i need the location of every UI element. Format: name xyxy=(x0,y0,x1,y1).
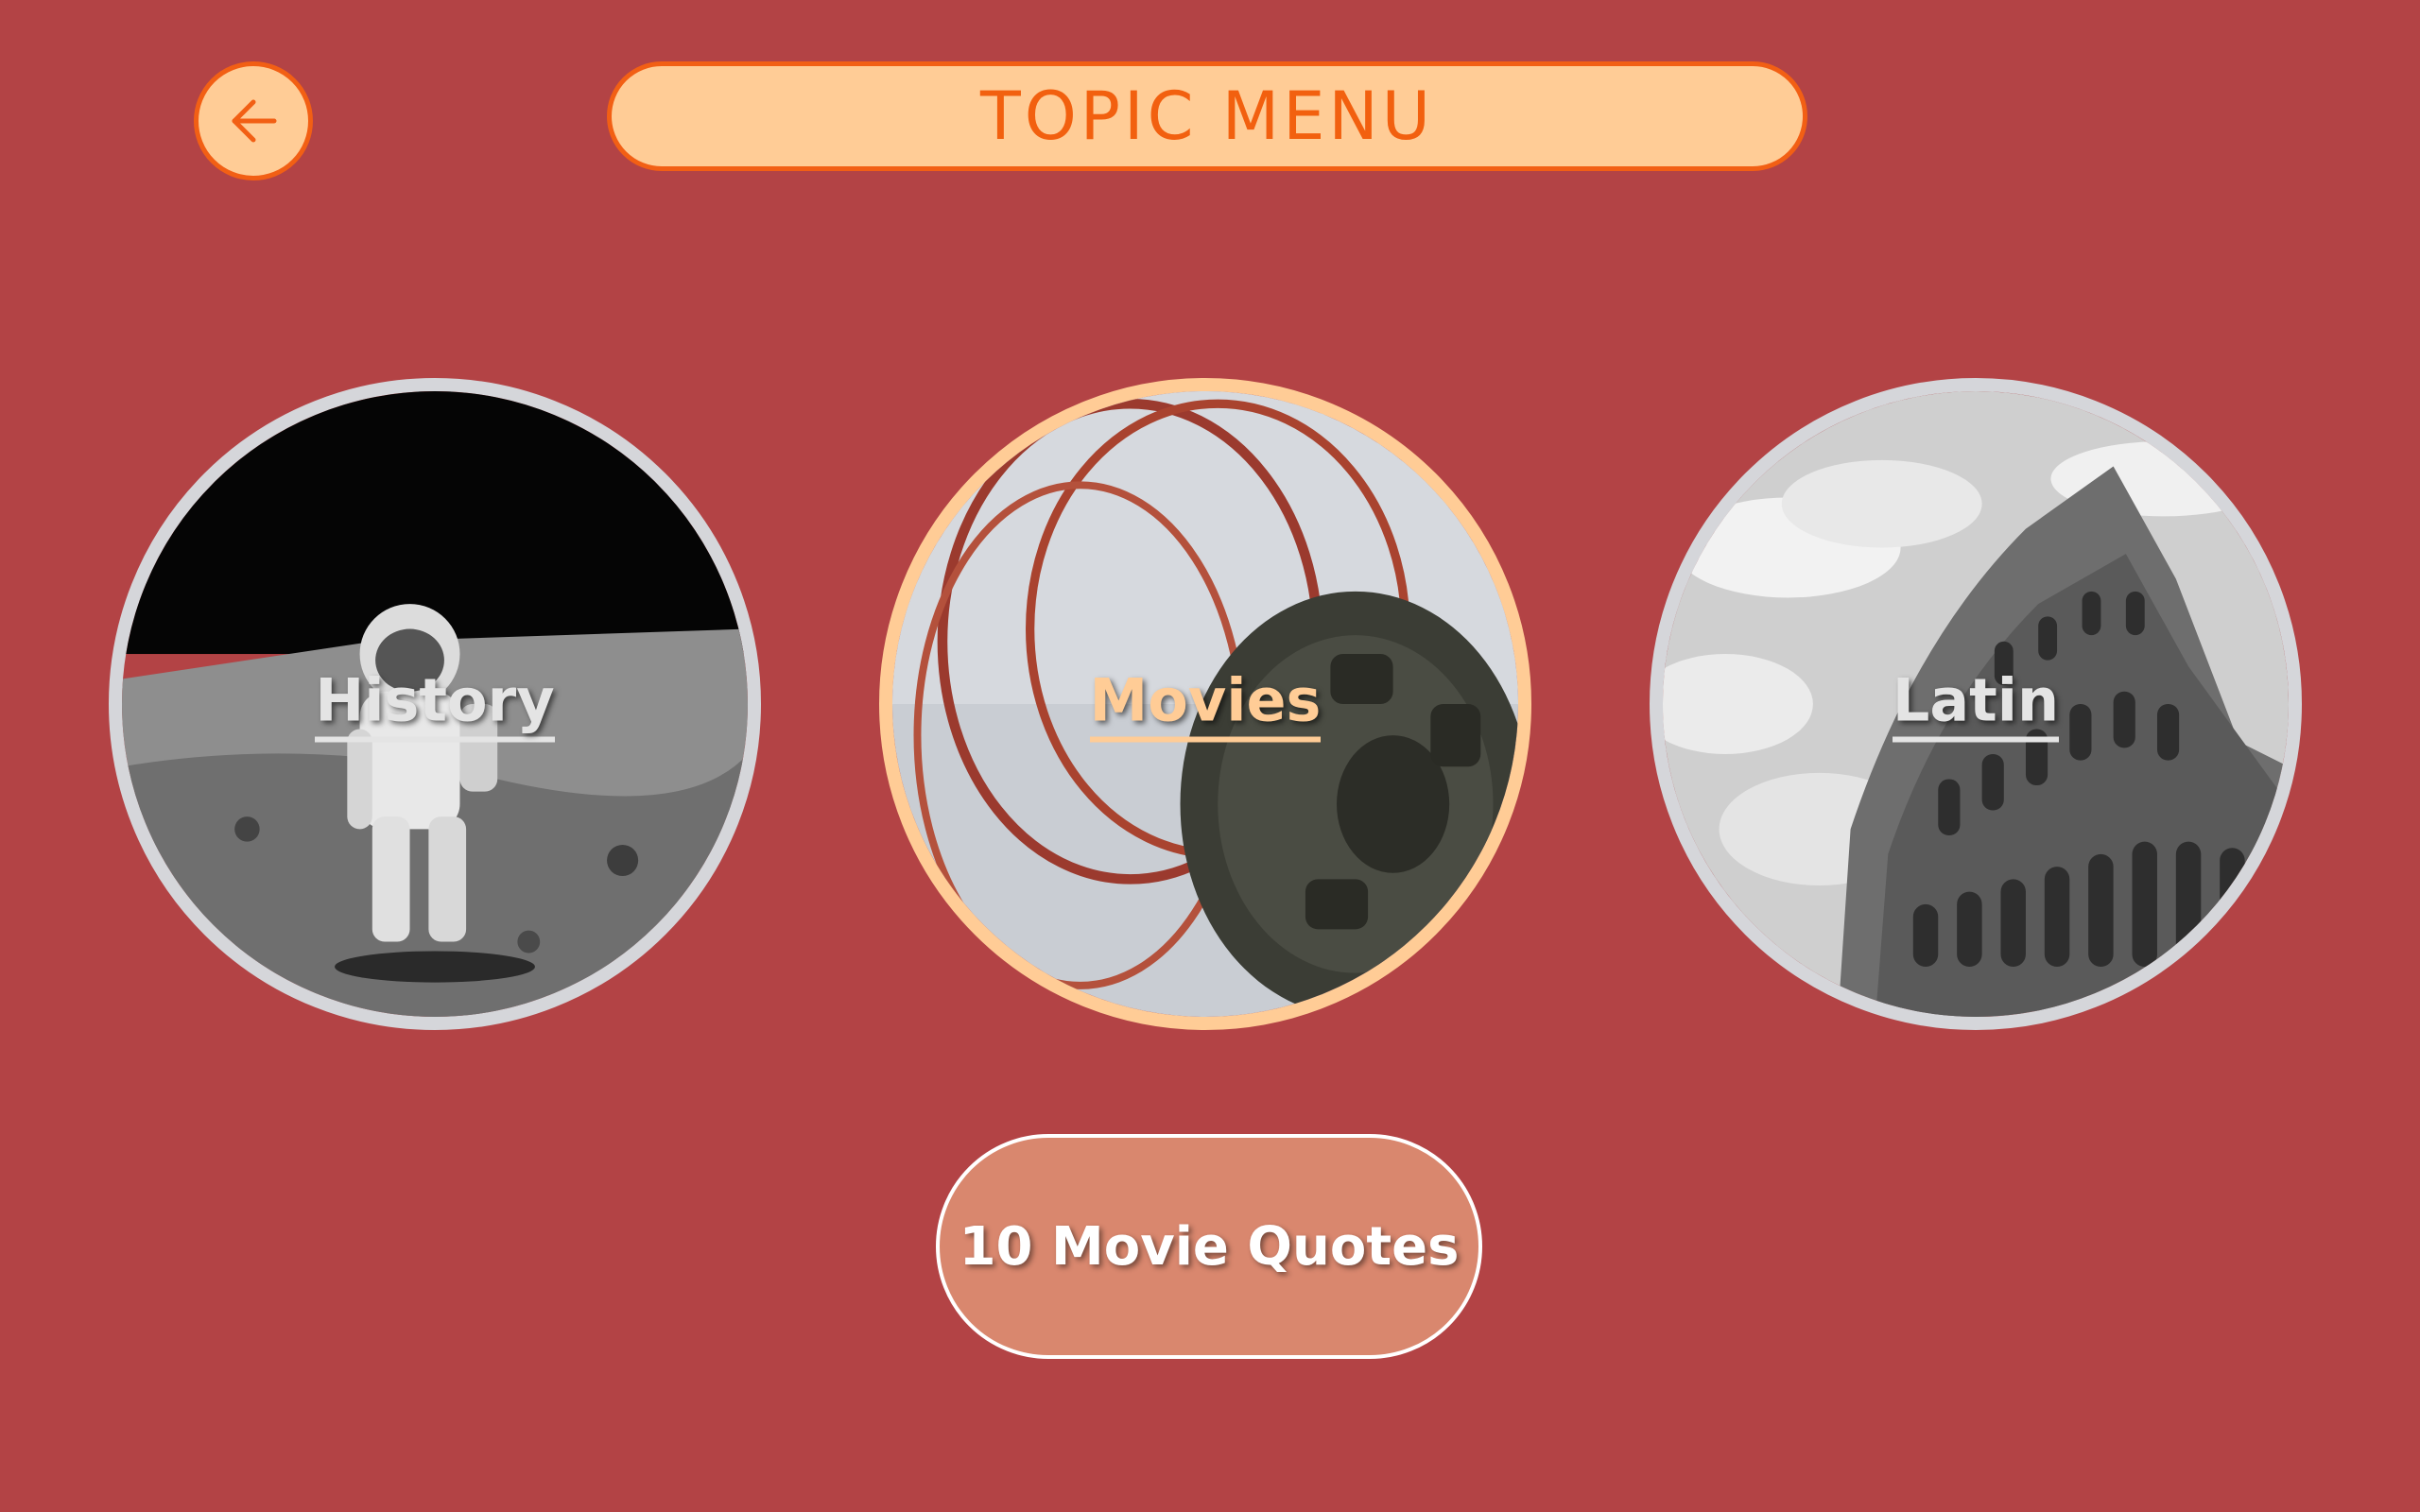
page-title: TOPIC MENU xyxy=(979,77,1435,155)
movie-quotes-button-label: 10 Movie Quotes xyxy=(959,1215,1460,1278)
title-bar: TOPIC MENU xyxy=(607,61,1807,171)
back-button[interactable] xyxy=(194,61,313,180)
topic-label-latin: Latin xyxy=(1892,666,2060,743)
topic-label-history: History xyxy=(315,666,555,743)
movie-quotes-button[interactable]: 10 Movie Quotes xyxy=(936,1134,1482,1359)
topic-history-button[interactable]: History xyxy=(109,378,761,1030)
topic-label-movies: Movies xyxy=(1089,666,1322,743)
arrow-left-icon xyxy=(232,99,277,143)
topic-movies-button[interactable]: Movies xyxy=(879,378,1531,1030)
topic-latin-button[interactable]: Latin xyxy=(1650,378,2302,1030)
